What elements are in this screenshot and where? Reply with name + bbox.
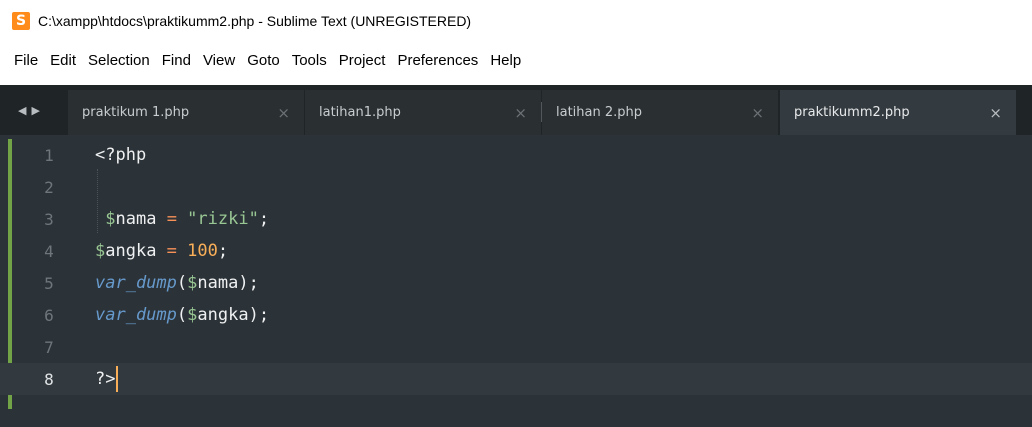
menu-selection[interactable]: Selection xyxy=(82,52,156,69)
line-number: 4 xyxy=(44,241,54,261)
close-icon[interactable]: × xyxy=(514,104,527,122)
code-content[interactable]: $nama = "rizki"; xyxy=(95,209,269,229)
variable-sigil: $ xyxy=(187,273,198,293)
close-icon[interactable]: × xyxy=(277,104,290,122)
menu-view[interactable]: View xyxy=(197,52,241,69)
code-line[interactable]: 4 $angka = 100; xyxy=(0,235,1032,267)
sublime-text-icon xyxy=(12,12,30,30)
code-text: nama xyxy=(197,273,239,293)
code-content[interactable]: var_dump($angka); xyxy=(95,305,269,325)
close-icon[interactable]: × xyxy=(751,104,764,122)
code-line[interactable]: 3 $nama = "rizki"; xyxy=(0,203,1032,235)
menu-preferences[interactable]: Preferences xyxy=(391,52,484,69)
code-text: ); xyxy=(248,305,270,325)
line-number: 7 xyxy=(44,337,54,357)
operator-token: = xyxy=(156,241,188,261)
line-number: 1 xyxy=(44,145,54,165)
tab-praktikumm2[interactable]: praktikumm2.php × xyxy=(780,90,1016,135)
string-literal: "rizki" xyxy=(187,209,259,229)
code-text: ); xyxy=(238,273,259,293)
code-line[interactable]: 8 ?> xyxy=(0,363,1032,395)
tab-bar: ◀ ▶ praktikum 1.php × latihan1.php × lat… xyxy=(0,85,1032,135)
tab-navigation[interactable]: ◀ ▶ xyxy=(0,85,58,135)
code-text: ; xyxy=(217,241,229,261)
text-caret xyxy=(116,366,119,392)
variable-sigil: $ xyxy=(105,209,116,229)
tab-label: praktikumm2.php xyxy=(794,105,910,120)
function-name: var_dump xyxy=(95,273,177,293)
code-text: ?> xyxy=(95,369,116,389)
code-content[interactable]: var_dump($nama); xyxy=(95,273,259,293)
code-line[interactable]: 5 var_dump($nama); xyxy=(0,267,1032,299)
line-number: 8 xyxy=(44,369,54,389)
menu-find[interactable]: Find xyxy=(156,52,197,69)
tab-label: praktikum 1.php xyxy=(82,105,190,120)
code-text: angka xyxy=(197,305,249,325)
code-text: ( xyxy=(176,273,188,293)
tab-latihan1[interactable]: latihan1.php × xyxy=(305,90,541,135)
code-line[interactable]: 7 xyxy=(0,331,1032,363)
menu-project[interactable]: Project xyxy=(333,52,392,69)
number-literal: 100 xyxy=(187,241,218,261)
code-editor[interactable]: 1 <?php 2 3 $nama = "rizki"; 4 $angka = 100; 5… xyxy=(0,135,1032,427)
tab-latihan-2[interactable]: latihan 2.php × xyxy=(542,90,778,135)
menu-file[interactable]: File xyxy=(0,52,44,69)
code-text: angka xyxy=(105,241,157,261)
menu-bar: File Edit Selection Find View Goto Tools… xyxy=(0,42,1032,78)
menu-goto[interactable]: Goto xyxy=(241,52,286,69)
code-text: nama xyxy=(115,209,157,229)
menu-help[interactable]: Help xyxy=(484,52,527,69)
code-text: ; xyxy=(258,209,270,229)
menu-tools[interactable]: Tools xyxy=(286,52,333,69)
title-bar: C:\xampp\htdocs\praktikumm2.php - Sublim… xyxy=(0,0,1032,42)
function-name: var_dump xyxy=(95,305,177,325)
code-line[interactable]: 2 xyxy=(0,171,1032,203)
tab-label: latihan1.php xyxy=(319,105,401,120)
line-number: 3 xyxy=(44,209,54,229)
arrow-left-icon[interactable]: ◀ xyxy=(18,104,26,117)
menu-edit[interactable]: Edit xyxy=(44,52,82,69)
code-content[interactable]: ?> xyxy=(95,366,119,392)
tab-label: latihan 2.php xyxy=(556,105,643,120)
arrow-right-icon[interactable]: ▶ xyxy=(32,104,40,117)
code-content[interactable]: $angka = 100; xyxy=(95,241,228,261)
line-number: 6 xyxy=(44,305,54,325)
code-text: <?php xyxy=(95,145,147,165)
code-text: ( xyxy=(176,305,188,325)
variable-sigil: $ xyxy=(187,305,198,325)
close-icon[interactable]: × xyxy=(989,104,1002,122)
code-line[interactable]: 1 <?php xyxy=(0,139,1032,171)
sublime-text-window: C:\xampp\htdocs\praktikumm2.php - Sublim… xyxy=(0,0,1032,427)
tab-praktikum-1[interactable]: praktikum 1.php × xyxy=(68,90,304,135)
window-title: C:\xampp\htdocs\praktikumm2.php - Sublim… xyxy=(38,13,472,29)
variable-sigil: $ xyxy=(95,241,106,261)
line-number: 2 xyxy=(44,177,54,197)
line-number: 5 xyxy=(44,273,54,293)
code-content[interactable]: <?php xyxy=(95,145,146,165)
code-line[interactable]: 6 var_dump($angka); xyxy=(0,299,1032,331)
operator-token: = xyxy=(156,209,188,229)
